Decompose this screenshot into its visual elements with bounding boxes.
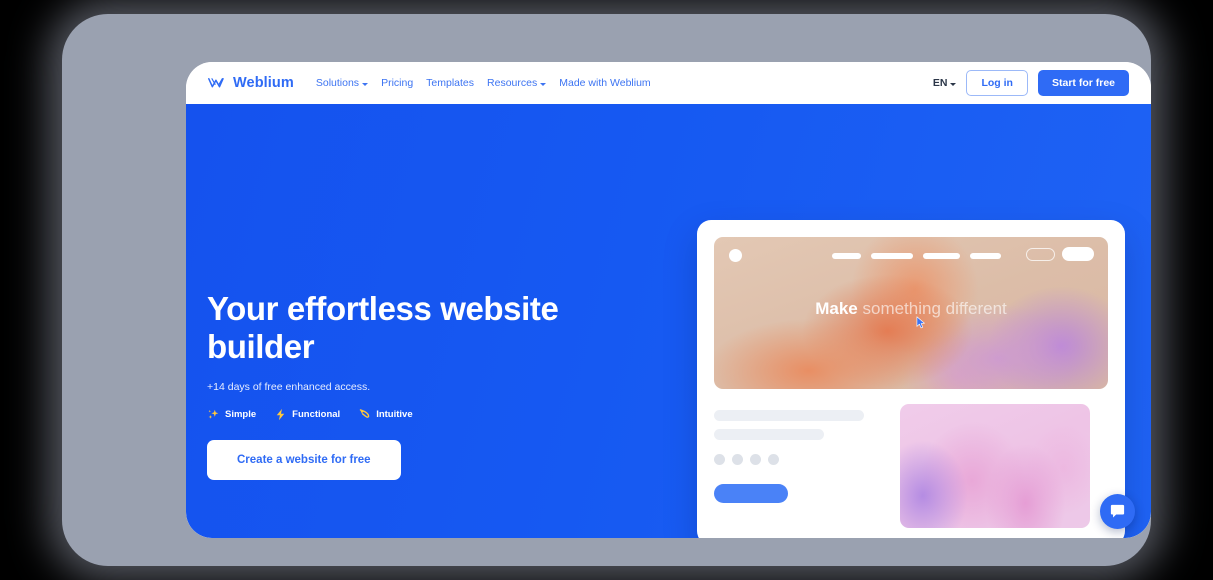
weblium-logo-icon: [208, 77, 227, 90]
mockup-solid-button: [1062, 247, 1094, 261]
nav-item-solutions[interactable]: Solutions: [315, 77, 369, 89]
main-navigation: Solutions Pricing Templates Resources Ma…: [316, 77, 651, 89]
nav-item-pricing[interactable]: Pricing: [381, 77, 413, 89]
hero-subtitle: +14 days of free enhanced access.: [207, 381, 371, 394]
feature-badge-functional: Functional: [274, 408, 340, 421]
create-website-button[interactable]: Create a website for free: [207, 440, 401, 481]
nav-label-made-with-weblium: Made with Weblium: [559, 77, 651, 89]
site-header: Weblium Solutions Pricing Templates Reso…: [186, 62, 1151, 104]
mockup-nav-pills: [832, 253, 1001, 259]
mockup-nav-pill: [923, 253, 960, 259]
cursor-arrow-icon: [358, 408, 371, 421]
language-label: EN: [932, 77, 948, 89]
hero-title: Your effortless website builder: [207, 290, 559, 365]
mockup-headline-rest: something different: [857, 299, 1007, 318]
feature-badge-simple: Simple: [207, 408, 256, 421]
mockup-text-column: [714, 404, 884, 528]
mockup-nav-pill: [832, 253, 861, 259]
mouse-pointer-icon: [916, 316, 927, 329]
feature-badges: Simple Functional Intuitive: [207, 408, 607, 421]
nav-item-resources[interactable]: Resources: [487, 77, 547, 89]
mockup-headline: Make something different: [714, 299, 1108, 319]
chevron-down-icon: [540, 82, 547, 86]
lightning-bolt-icon: [274, 408, 287, 421]
feature-label-simple: Simple: [225, 409, 257, 421]
mockup-outline-button: [1026, 247, 1055, 261]
mockup-dot: [732, 454, 743, 465]
feature-badge-intuitive: Intuitive: [358, 408, 413, 421]
nav-item-made-with-weblium[interactable]: Made with Weblium: [559, 77, 650, 89]
mockup-nav-pill: [970, 253, 1001, 259]
mockup-logo-dot-icon: [729, 249, 742, 262]
mockup-dot: [714, 454, 725, 465]
start-for-free-button[interactable]: Start for free: [1037, 70, 1129, 96]
language-switcher[interactable]: EN: [933, 77, 957, 89]
mockup-nav-actions: [1026, 247, 1094, 261]
mockup-dot: [750, 454, 761, 465]
mockup-hero-banner: Make something different: [714, 237, 1108, 389]
sparkles-icon: [207, 408, 220, 421]
feature-label-intuitive: Intuitive: [376, 409, 413, 421]
mockup-image-card: [900, 404, 1090, 528]
brand-name: Weblium: [233, 75, 294, 91]
mockup-dot: [768, 454, 779, 465]
nav-label-templates: Templates: [426, 77, 475, 89]
nav-label-resources: Resources: [487, 77, 538, 89]
nav-item-templates[interactable]: Templates: [426, 77, 474, 89]
brand-logo[interactable]: Weblium: [208, 75, 294, 91]
hero-section: Your effortless website builder +14 days…: [186, 104, 1151, 538]
nav-label-solutions: Solutions: [315, 77, 360, 89]
mockup-skeleton-line: [714, 429, 824, 440]
hero-copy: Your effortless website builder +14 days…: [207, 290, 607, 481]
chat-bubble-icon: [1109, 503, 1126, 520]
chevron-down-icon: [362, 82, 369, 86]
website-preview-mockup: Make something different: [697, 220, 1125, 538]
device-frame: Weblium Solutions Pricing Templates Reso…: [62, 14, 1151, 566]
mockup-cta-button[interactable]: [714, 484, 788, 503]
header-actions: EN Log in Start for free: [933, 70, 1129, 96]
mockup-headline-strong: Make: [815, 299, 858, 318]
browser-page-card: Weblium Solutions Pricing Templates Reso…: [186, 62, 1151, 538]
chevron-down-icon: [950, 82, 957, 86]
chat-widget-button[interactable]: [1100, 494, 1135, 529]
mockup-dot-row: [714, 454, 884, 465]
mockup-skeleton-line: [714, 410, 864, 421]
mockup-nav-pill: [871, 253, 913, 259]
nav-label-pricing: Pricing: [381, 77, 414, 89]
mockup-content-body: [714, 404, 1108, 528]
feature-label-functional: Functional: [292, 409, 341, 421]
login-button[interactable]: Log in: [966, 70, 1028, 96]
